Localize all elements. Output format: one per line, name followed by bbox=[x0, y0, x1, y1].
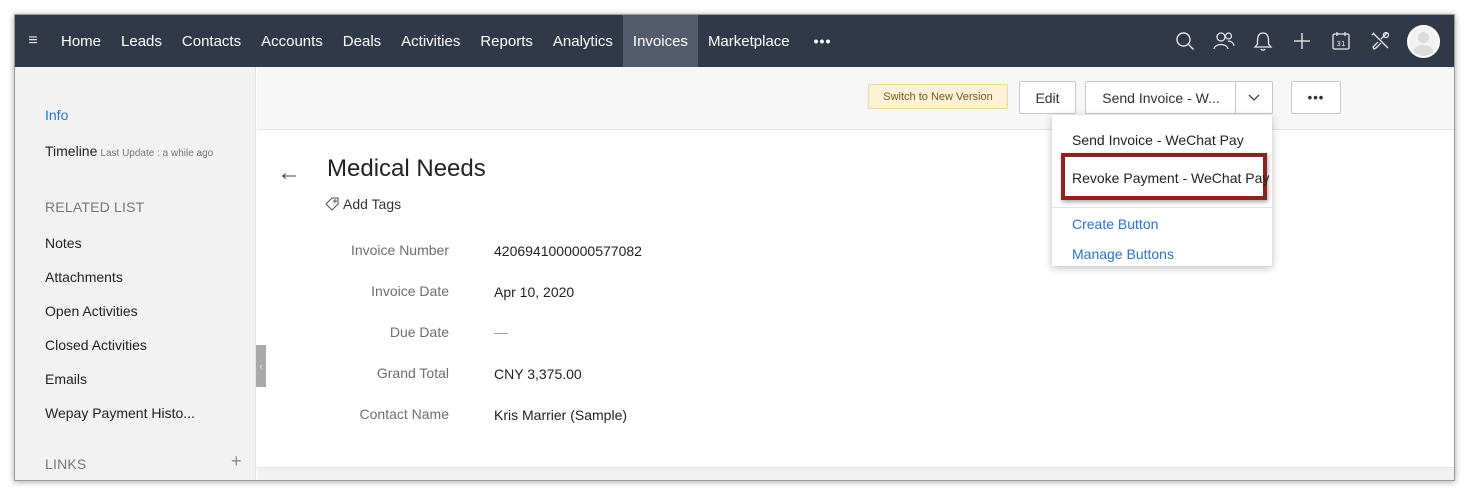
tab-invoices[interactable]: Invoices bbox=[622, 15, 698, 67]
calendar-day-number: 31 bbox=[1336, 40, 1345, 48]
send-invoice-button[interactable]: Send Invoice - W... bbox=[1085, 81, 1236, 114]
sidebar-item-wepay-payment-history[interactable]: Wepay Payment Histo... bbox=[45, 405, 195, 421]
create-button-link[interactable]: Create Button bbox=[1072, 216, 1158, 232]
links-heading: LINKS bbox=[45, 456, 87, 472]
sidebar-item-timeline[interactable]: Timeline Last Update : a while ago bbox=[45, 143, 213, 159]
tab-contacts[interactable]: Contacts bbox=[172, 15, 251, 67]
user-avatar[interactable] bbox=[1407, 24, 1440, 58]
top-nav-bar: ≡ Home Leads Contacts Accounts Deals Act… bbox=[15, 15, 1454, 67]
send-invoice-dropdown-caret[interactable] bbox=[1235, 81, 1273, 114]
nav-utility-icons: 31 bbox=[1165, 15, 1440, 67]
invoice-date-value: Apr 10, 2020 bbox=[494, 284, 575, 300]
sidebar-item-notes[interactable]: Notes bbox=[45, 235, 82, 251]
sidebar-item-attachments[interactable]: Attachments bbox=[45, 269, 123, 285]
search-icon[interactable] bbox=[1165, 15, 1204, 67]
plus-icon[interactable] bbox=[1282, 15, 1321, 67]
invoice-number-label: Invoice Number bbox=[350, 242, 449, 258]
menu-divider bbox=[1052, 207, 1272, 208]
tab-more-button[interactable]: ••• bbox=[800, 15, 846, 67]
timeline-last-update: Last Update : a while ago bbox=[100, 148, 214, 159]
sidebar-item-emails[interactable]: Emails bbox=[45, 371, 87, 387]
send-invoice-dropdown-menu: Send Invoice - WeChat Pay Revoke Payment… bbox=[1052, 115, 1272, 266]
tag-icon bbox=[325, 197, 339, 211]
invoice-date-label: Invoice Date bbox=[371, 283, 449, 299]
add-tags-label: Add Tags bbox=[343, 196, 402, 212]
contact-name-label: Contact Name bbox=[359, 406, 449, 422]
tab-marketplace[interactable]: Marketplace bbox=[698, 15, 800, 67]
grand-total-value: CNY 3,375.00 bbox=[494, 366, 582, 382]
sidebar-item-timeline-label: Timeline bbox=[45, 143, 98, 159]
tab-activities[interactable]: Activities bbox=[391, 15, 470, 67]
settings-tools-icon[interactable] bbox=[1360, 15, 1399, 67]
due-date-label: Due Date bbox=[389, 324, 449, 340]
tab-leads[interactable]: Leads bbox=[111, 15, 172, 67]
bell-icon[interactable] bbox=[1243, 15, 1282, 67]
tab-deals[interactable]: Deals bbox=[333, 15, 391, 67]
tab-home[interactable]: Home bbox=[51, 15, 111, 67]
menu-item-revoke-payment-wechat-pay[interactable]: Revoke Payment - WeChat Pay bbox=[1072, 170, 1269, 186]
module-tabs: Home Leads Contacts Accounts Deals Activ… bbox=[51, 15, 845, 67]
record-sidebar: Info Timeline Last Update : a while ago R… bbox=[15, 67, 256, 480]
tab-analytics[interactable]: Analytics bbox=[543, 15, 623, 67]
add-link-button[interactable]: + bbox=[231, 451, 242, 472]
due-date-value: — bbox=[494, 324, 508, 340]
sidebar-collapse-handle[interactable]: ‹ bbox=[256, 345, 266, 387]
section-divider bbox=[257, 467, 1454, 480]
contact-name-value: Kris Marrier (Sample) bbox=[494, 407, 628, 423]
menu-item-send-invoice-wechat-pay[interactable]: Send Invoice - WeChat Pay bbox=[1072, 132, 1244, 148]
edit-button[interactable]: Edit bbox=[1019, 81, 1076, 114]
invoice-number-value: 4206941000000577082 bbox=[494, 243, 642, 259]
more-actions-button[interactable]: ••• bbox=[1291, 81, 1341, 114]
add-tags-link[interactable]: Add Tags bbox=[325, 196, 401, 212]
related-list-heading: RELATED LIST bbox=[45, 199, 145, 215]
tab-accounts[interactable]: Accounts bbox=[251, 15, 333, 67]
sidebar-item-info[interactable]: Info bbox=[45, 107, 68, 123]
contacts-icon[interactable] bbox=[1204, 15, 1243, 67]
record-title: Medical Needs bbox=[327, 155, 486, 182]
chevron-down-icon bbox=[1248, 94, 1260, 101]
sidebar-item-open-activities[interactable]: Open Activities bbox=[45, 303, 138, 319]
hamburger-menu-icon[interactable]: ≡ bbox=[15, 15, 51, 67]
manage-buttons-link[interactable]: Manage Buttons bbox=[1072, 246, 1174, 262]
back-arrow-icon[interactable]: ← bbox=[277, 159, 301, 187]
sidebar-item-closed-activities[interactable]: Closed Activities bbox=[45, 337, 147, 353]
switch-to-new-version-button[interactable]: Switch to New Version bbox=[868, 84, 1008, 109]
record-toolbar: Switch to New Version Edit Send Invoice … bbox=[257, 67, 1454, 130]
calendar-icon[interactable]: 31 bbox=[1321, 15, 1360, 67]
tab-reports[interactable]: Reports bbox=[470, 15, 543, 67]
grand-total-label: Grand Total bbox=[376, 365, 449, 381]
app-window: ≡ Home Leads Contacts Accounts Deals Act… bbox=[14, 14, 1455, 481]
